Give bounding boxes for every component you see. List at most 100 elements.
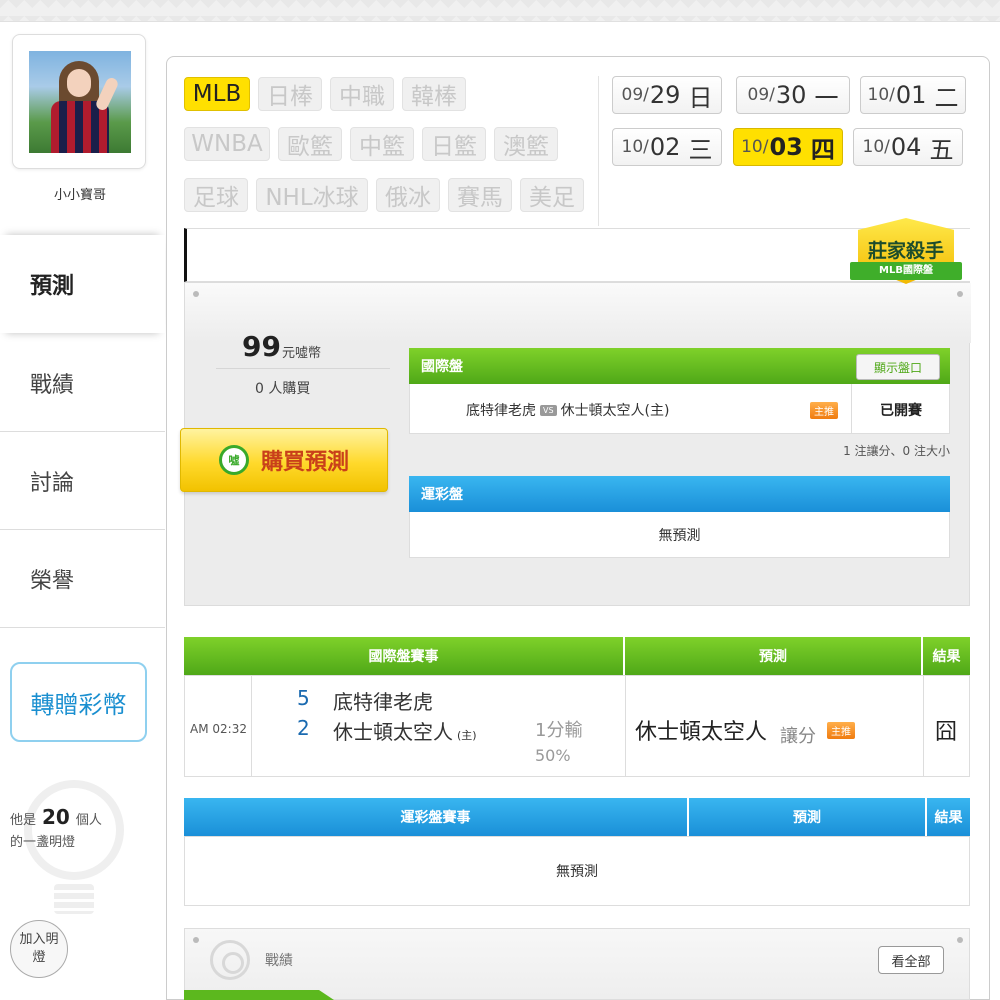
avatar-card[interactable] [12, 34, 146, 169]
league-tab-horse-racing[interactable]: 賽馬 [448, 178, 512, 212]
away-team: 底特律老虎 [333, 690, 433, 714]
col-header-event: 運彩盤賽事 [184, 798, 687, 836]
intl-match-row: 底特律老虎 VS 休士頓太空人(主) 主推 已開賽 [409, 384, 950, 434]
away-team: 底特律老虎 [466, 403, 536, 419]
username: 小小寶哥 [53, 188, 106, 203]
table-row: AM 02:32 5 底特律老虎 2 休士頓太空人 (主) 1分輸 50% 休士頓… [184, 675, 970, 777]
lamp-suffix1: 個人 [75, 813, 102, 828]
record-section [184, 928, 970, 1000]
line-percentage: 50% [535, 746, 571, 765]
date-day: 30 [775, 81, 807, 109]
date-month: 09/ [747, 85, 775, 105]
away-score: 5 [297, 686, 310, 710]
col-header-pick: 預測 [689, 798, 925, 836]
col-header-pick: 預測 [625, 637, 921, 675]
date-month: 10/ [741, 137, 769, 157]
target-icon [210, 940, 250, 980]
date-weekday: 四 [810, 135, 835, 164]
home-mark: (主) [457, 729, 477, 742]
top-zigzag-border [0, 0, 1000, 22]
home-team: 休士頓太空人(主) [560, 403, 670, 419]
price-unit: 元噓幣 [282, 346, 322, 361]
date-day: 02 [649, 133, 681, 161]
league-tab-cpbl[interactable]: 中職 [330, 77, 394, 111]
date-weekday: 日 [688, 83, 713, 112]
lamp-prefix: 他是 [10, 813, 37, 828]
league-tab-khl[interactable]: 俄冰 [376, 178, 440, 212]
date-day: 29 [649, 81, 681, 109]
nav-item-honor[interactable]: 榮譽 [0, 530, 165, 628]
lamp-count: 20 [42, 805, 70, 829]
date-month: 09/ [621, 85, 649, 105]
result-icon: 囧 [935, 720, 958, 745]
date-day: 03 [769, 133, 803, 161]
divider [0, 627, 165, 628]
buy-prediction-button[interactable]: 噓 購買預測 [180, 428, 388, 492]
lightbulb-icon [14, 780, 134, 940]
home-team: 休士頓太空人 [333, 720, 453, 744]
buyer-count: 0 人購買 [255, 381, 311, 397]
home-team-cell: 休士頓太空人 (主) [333, 716, 477, 745]
date-button-0929[interactable]: 09/29 日 [612, 76, 722, 114]
pick-type: 讓分 [780, 726, 816, 747]
league-tab-wnba[interactable]: WNBA [184, 127, 270, 161]
league-tab-euro-basketball[interactable]: 歐籃 [278, 127, 342, 161]
featured-pick-badge: 主推 [810, 402, 838, 419]
date-button-0930[interactable]: 09/30 一 [736, 76, 850, 114]
match-teams: 底特律老虎 VS 休士頓太空人(主) [466, 400, 670, 420]
league-tab-npb[interactable]: 日棒 [258, 77, 322, 111]
divider [598, 76, 599, 226]
date-weekday: 二 [934, 83, 959, 112]
record-title: 戰績 [265, 953, 293, 969]
vs-icon: VS [540, 405, 557, 416]
see-all-button[interactable]: 看全部 [878, 946, 944, 974]
lottery-odds-header: 運彩盤 [409, 476, 950, 512]
league-tab-au-basketball[interactable]: 澳籃 [494, 127, 558, 161]
date-day: 01 [895, 81, 927, 109]
date-button-1001[interactable]: 10/01 二 [860, 76, 966, 114]
prediction-price: 99 [242, 330, 281, 363]
date-weekday: 五 [929, 135, 954, 164]
lamp-suffix2: 的一盞明燈 [10, 835, 76, 850]
col-header-result: 結果 [927, 798, 970, 836]
join-lamp-button[interactable]: 加入明燈 [10, 920, 68, 978]
show-odds-button[interactable]: 顯示盤口 [856, 354, 940, 380]
date-day: 04 [890, 133, 922, 161]
picked-team: 休士頓太空人 [635, 720, 768, 745]
league-tab-kbo[interactable]: 韓棒 [402, 77, 466, 111]
date-weekday: 一 [814, 83, 839, 112]
match-status: 已開賽 [880, 403, 922, 419]
nav-item-record[interactable]: 戰績 [0, 334, 165, 432]
record-tab-indicator [184, 990, 334, 1000]
game-time: AM 02:32 [190, 722, 247, 736]
buy-prediction-label: 購買預測 [260, 450, 349, 475]
league-tab-nhl[interactable]: NHL冰球 [256, 178, 368, 212]
divider [216, 368, 390, 369]
lamp-followers-text: 他是 20 個人 的一盞明燈 [10, 806, 160, 854]
date-month: 10/ [867, 85, 895, 105]
home-score: 2 [297, 716, 310, 740]
avatar[interactable] [29, 51, 131, 153]
league-tab-nfl[interactable]: 美足 [520, 178, 584, 212]
nav-item-discussion[interactable]: 討論 [0, 432, 165, 530]
league-tab-jp-basketball[interactable]: 日籃 [422, 127, 486, 161]
date-weekday: 三 [688, 135, 713, 164]
line-result: 1分輸 [535, 720, 583, 741]
date-button-1002[interactable]: 10/02 三 [612, 128, 722, 166]
lottery-empty-row: 無預測 [409, 512, 950, 558]
featured-pick-badge: 主推 [827, 722, 855, 739]
col-header-event: 國際盤賽事 [184, 637, 623, 675]
gift-coins-button[interactable]: 轉贈彩幣 [10, 662, 147, 742]
league-tab-mlb[interactable]: MLB [184, 77, 250, 111]
pick-count-note: 1 注讓分、0 注大小 [843, 444, 950, 458]
league-tab-soccer[interactable]: 足球 [184, 178, 248, 212]
date-month: 10/ [621, 137, 649, 157]
date-button-1003[interactable]: 10/03 四 [733, 128, 843, 166]
date-button-1004[interactable]: 10/04 五 [853, 128, 963, 166]
badge-title: 莊家殺手 [867, 240, 944, 262]
lottery-odds-title: 運彩盤 [421, 487, 463, 503]
nav-item-predict[interactable]: 預測 [0, 235, 165, 333]
date-month: 10/ [862, 137, 890, 157]
intl-odds-title: 國際盤 [421, 359, 463, 375]
league-tab-cba[interactable]: 中籃 [350, 127, 414, 161]
